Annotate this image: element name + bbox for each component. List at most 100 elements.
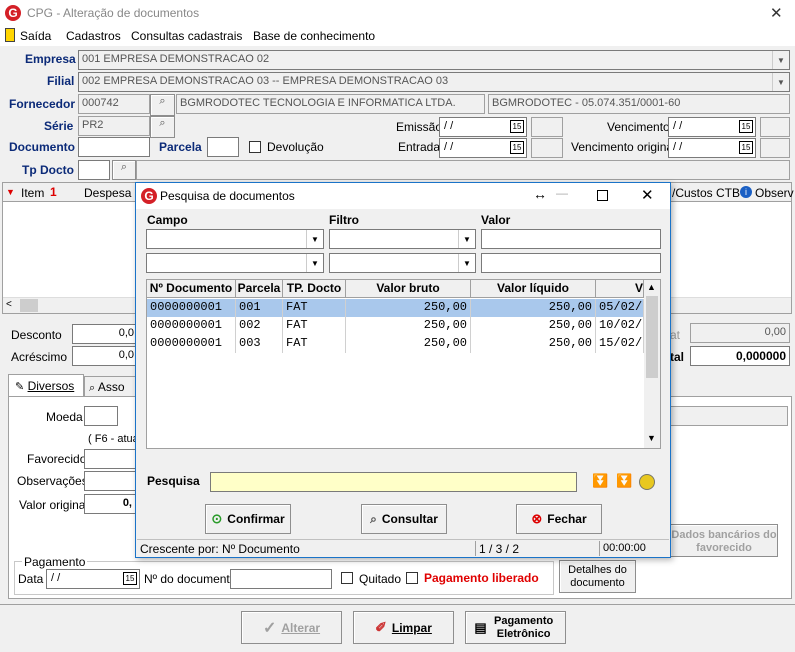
col-valor-liquido[interactable]: Valor líquido: [471, 280, 596, 298]
minimize-icon[interactable]: —: [556, 186, 568, 200]
grid-col-item[interactable]: Item: [21, 186, 44, 200]
calendar-icon[interactable]: 15: [510, 120, 524, 133]
scroll-thumb[interactable]: [646, 296, 658, 378]
pesquisa-input[interactable]: [210, 472, 577, 492]
entrada-date[interactable]: / / 15: [439, 138, 527, 158]
menu-bar: Saída Cadastros Consultas cadastrais Bas…: [0, 26, 795, 46]
ndoc-field[interactable]: [230, 569, 332, 589]
pagamento-eletronico-label: Pagamento Eletrônico: [493, 614, 554, 640]
observacoes-field[interactable]: [84, 471, 136, 491]
title-bar: G CPG - Alteração de documentos ✕: [0, 0, 795, 26]
table-row[interactable]: 0000000001 002 FAT 250,00 250,00 10/02/: [147, 317, 644, 335]
calendar-icon[interactable]: 15: [123, 572, 137, 585]
quitado-checkbox[interactable]: [341, 572, 353, 584]
grid-col-custos[interactable]: /Custos CTB: [672, 186, 740, 200]
filter-options-icon[interactable]: [639, 474, 655, 490]
menu-saida[interactable]: Saída: [20, 29, 51, 43]
cell-ndoc: 0000000001: [147, 317, 236, 335]
limpar-button[interactable]: ✐ Limpar: [353, 611, 454, 644]
emissao-date[interactable]: / / 15: [439, 117, 527, 137]
dialog-close-icon[interactable]: ✕: [641, 186, 654, 204]
menu-cadastros[interactable]: Cadastros: [66, 29, 121, 43]
consultar-button[interactable]: ⌕ Consultar: [361, 504, 447, 534]
campo-select-2[interactable]: ▼: [146, 253, 324, 273]
close-window-button[interactable]: ✕: [770, 4, 783, 22]
detalhes-documento-button[interactable]: Detalhes do documento: [559, 560, 636, 593]
favorecido-field[interactable]: [84, 449, 136, 469]
scroll-down-icon[interactable]: ▼: [647, 433, 656, 443]
sort-asc-icon[interactable]: ⏬: [616, 473, 632, 489]
valor-input-2[interactable]: [481, 253, 661, 273]
filial-value: 002 EMPRESA DEMONSTRACAO 03 -- EMPRESA D…: [82, 75, 449, 87]
confirmar-button[interactable]: ⊙ Confirmar: [205, 504, 291, 534]
scroll-up-icon[interactable]: ▲: [647, 282, 656, 292]
app-logo-icon: G: [5, 5, 21, 21]
col-parcela[interactable]: Parcela: [236, 280, 283, 298]
col-ndocumento[interactable]: Nº Documento: [147, 280, 236, 298]
campo-select-1[interactable]: ▼: [146, 229, 324, 249]
filtro-select-2[interactable]: ▼: [329, 253, 476, 273]
acrescimo-field[interactable]: 0,0: [72, 346, 138, 366]
col-tpdocto[interactable]: TP. Docto: [283, 280, 346, 298]
status-count: 1 / 3 / 2: [479, 542, 520, 556]
cell-vencimento: 15/02/: [596, 335, 644, 353]
valor-input-1[interactable]: [481, 229, 661, 249]
total-field-1: 0,00: [690, 323, 790, 343]
liberado-checkbox[interactable]: [406, 572, 418, 584]
serie-field[interactable]: PR2: [78, 116, 150, 136]
calendar-icon[interactable]: 15: [510, 141, 524, 154]
valor-original-field[interactable]: 0,: [84, 494, 136, 514]
moeda-field[interactable]: [84, 406, 118, 426]
results-grid[interactable]: Nº Documento Parcela TP. Docto Valor bru…: [146, 279, 661, 449]
venc-original-extra: [760, 138, 790, 158]
desconto-field[interactable]: 0,0: [72, 324, 138, 344]
calendar-icon[interactable]: 15: [739, 120, 753, 133]
menu-base[interactable]: Base de conhecimento: [253, 29, 375, 43]
venc-original-label: Vencimento original: [571, 140, 676, 154]
tpdocto-field[interactable]: [78, 160, 110, 180]
pagamento-date[interactable]: / / 15: [46, 569, 140, 589]
grid-col-despesa[interactable]: Despesa: [84, 186, 131, 200]
tab-associados[interactable]: ⌕ Asso: [84, 376, 140, 396]
menu-consultas[interactable]: Consultas cadastrais: [131, 29, 242, 43]
alterar-button[interactable]: ✓ Alterar: [241, 611, 342, 644]
magnifier-icon: ⌕: [370, 511, 377, 526]
tpdocto-search-button[interactable]: ⌕: [112, 160, 136, 180]
scroll-left-icon[interactable]: <: [6, 299, 12, 310]
tab-diversos[interactable]: ✎ Diversos: [8, 374, 84, 396]
pagamento-eletronico-button[interactable]: ▤ Pagamento Eletrônico: [465, 611, 566, 644]
table-row[interactable]: 0000000001 003 FAT 250,00 250,00 15/02/: [147, 335, 644, 353]
empresa-select[interactable]: 001 EMPRESA DEMONSTRACAO 02 ▼: [78, 50, 790, 70]
pagamento-date-value: / /: [51, 572, 61, 584]
maximize-icon[interactable]: [597, 190, 608, 201]
parcela-field[interactable]: [207, 137, 239, 157]
fornecedor-search-button[interactable]: ⌕: [150, 94, 175, 116]
consultar-label: Consultar: [381, 512, 438, 526]
chevron-down-icon: ▼: [306, 230, 323, 248]
vencimento-date[interactable]: / / 15: [668, 117, 756, 137]
serie-search-button[interactable]: ⌕: [150, 116, 175, 138]
window-title: CPG - Alteração de documentos: [27, 6, 200, 20]
col-valor-bruto[interactable]: Valor bruto: [346, 280, 471, 298]
venc-original-date[interactable]: / / 15: [668, 138, 756, 158]
fechar-button[interactable]: ⊗ Fechar: [516, 504, 602, 534]
tpdocto-label: Tp Docto: [22, 163, 74, 177]
grid-col-observ[interactable]: Observ: [755, 186, 794, 200]
scroll-thumb[interactable]: [20, 299, 38, 312]
table-row[interactable]: 0000000001 001 FAT 250,00 250,00 05/02/: [147, 299, 644, 317]
devolucao-checkbox[interactable]: [249, 141, 261, 153]
documento-field[interactable]: [78, 137, 150, 157]
binoculars-icon: ⌕: [120, 161, 128, 173]
chevron-down-icon: ▼: [772, 51, 789, 69]
venc-original-date-value: / /: [673, 141, 683, 153]
calendar-icon[interactable]: 15: [739, 141, 753, 154]
col-vencimento[interactable]: V: [596, 280, 644, 298]
sort-desc-icon[interactable]: ⏬: [592, 473, 608, 489]
filial-select[interactable]: 002 EMPRESA DEMONSTRACAO 03 -- EMPRESA D…: [78, 72, 790, 92]
filtro-select-1[interactable]: ▼: [329, 229, 476, 249]
resize-icon[interactable]: ↔: [533, 186, 547, 202]
grid-v-scrollbar[interactable]: ▲ ▼: [644, 280, 660, 448]
chevron-down-icon: ▼: [772, 73, 789, 91]
fornecedor-code-field[interactable]: 000742: [78, 94, 150, 114]
pagamento-data-label: Data: [18, 572, 44, 586]
